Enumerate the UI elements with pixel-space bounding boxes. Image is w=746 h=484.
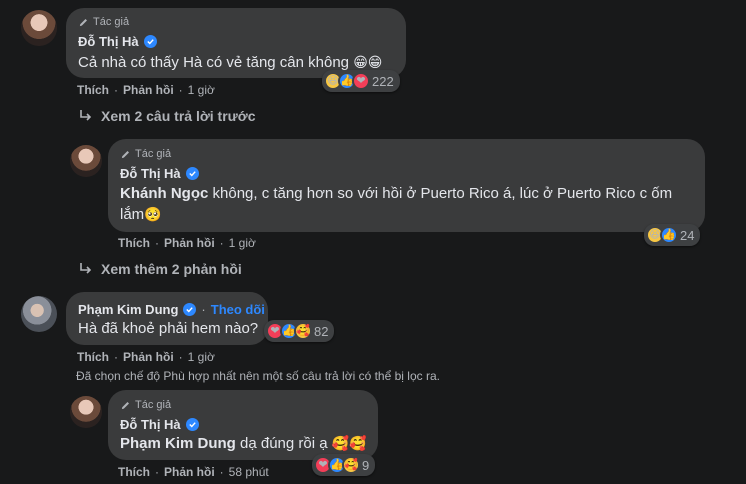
- comment-text: Phạm Kim Dung dạ đúng rồi ạ 🥰🥰: [120, 433, 367, 454]
- comment-time[interactable]: 58 phút: [229, 465, 269, 479]
- pencil-icon: [79, 18, 87, 26]
- verified-check-icon: [183, 303, 197, 316]
- separator-dot: ·: [178, 83, 183, 97]
- separator-dot: ·: [114, 350, 118, 364]
- verified-check-icon: [185, 418, 199, 431]
- verified-check-icon: [143, 35, 157, 48]
- commenter-name-text[interactable]: Phạm Kim Dung: [78, 302, 178, 317]
- comment-time[interactable]: 1 giờ: [229, 236, 256, 250]
- comment-bubble: Tác giả Đỗ Thị Hà Phạm Kim Dung dạ đúng …: [108, 390, 378, 460]
- commenter-name[interactable]: Đỗ Thị Hà: [78, 34, 157, 49]
- separator-dot: ·: [155, 465, 159, 479]
- reaction-summary[interactable]: ❤ 👍 🥰 9: [312, 454, 376, 476]
- reaction-count: 82: [314, 323, 329, 339]
- comment-text: Hà đã khoẻ phải hem nào?: [78, 319, 258, 339]
- reaction-summary[interactable]: 😆 👍 24: [644, 224, 701, 246]
- comment-text-body: dạ đúng rồi ạ: [235, 435, 328, 452]
- filter-notice: Đã chọn chế độ Phù hợp nhất nên một số c…: [76, 369, 440, 383]
- separator-dot: ·: [114, 83, 118, 97]
- care-reaction-icon: 🥰: [294, 322, 312, 340]
- commenter-name-text[interactable]: Đỗ Thị Hà: [78, 34, 139, 49]
- pleading-emoji-icon: 🥺: [144, 206, 162, 222]
- comment-actions: Thích · Phản hồi · 1 giờ: [77, 83, 215, 97]
- mention-link[interactable]: Phạm Kim Dung: [120, 435, 236, 452]
- comment-time[interactable]: 1 giờ: [188, 350, 215, 364]
- comment-text-body: Hà đã khoẻ phải hem nào?: [78, 320, 259, 337]
- avatar[interactable]: [21, 296, 57, 332]
- separator-dot: ·: [219, 465, 224, 479]
- reaction-summary[interactable]: ❤ 👍 🥰 82: [264, 320, 335, 342]
- smiling-hearts-emoji-icon: 🥰🥰: [331, 435, 367, 451]
- comment-actions: Thích · Phản hồi · 58 phút: [118, 465, 269, 479]
- mention-link[interactable]: Khánh Ngọc: [120, 185, 208, 202]
- see-more-replies-link[interactable]: Xem thêm 2 phản hồi: [79, 261, 242, 277]
- commenter-name[interactable]: Phạm Kim Dung · Theo dõi: [78, 302, 265, 317]
- reaction-count: 9: [362, 457, 370, 473]
- reply-button[interactable]: Phản hồi: [123, 350, 174, 364]
- reply-button[interactable]: Phản hồi: [123, 83, 174, 97]
- author-tag-label: Tác giả: [135, 148, 172, 160]
- comment-actions: Thích · Phản hồi · 1 giờ: [118, 236, 256, 250]
- author-tag-label: Tác giả: [135, 399, 172, 411]
- separator-dot: ·: [178, 350, 183, 364]
- see-previous-replies-link[interactable]: Xem 2 câu trả lời trước: [79, 108, 256, 124]
- like-button[interactable]: Thích: [77, 83, 109, 97]
- grin-emoji-icon: 😁😁: [353, 54, 383, 70]
- separator-dot: ·: [201, 302, 206, 317]
- like-reaction-icon: 👍: [660, 226, 678, 244]
- reply-arrow-icon: [80, 110, 92, 121]
- avatar[interactable]: [70, 396, 102, 428]
- pencil-icon: [121, 150, 129, 158]
- comment-text-body-cont: lắm: [120, 206, 145, 223]
- comment-bubble: Tác giả Đỗ Thị Hà Khánh Ngọc không, c tă…: [108, 139, 705, 232]
- avatar[interactable]: [70, 145, 102, 177]
- reply-button[interactable]: Phản hồi: [164, 236, 215, 250]
- comment-bubble: Tác giả Đỗ Thị Hà Cả nhà có thấy Hà có v…: [66, 8, 406, 78]
- follow-button[interactable]: Theo dõi: [211, 302, 265, 317]
- like-button[interactable]: Thích: [118, 236, 150, 250]
- reaction-count: 222: [372, 73, 394, 89]
- comment-bubble: Phạm Kim Dung · Theo dõi Hà đã khoẻ phải…: [66, 292, 268, 345]
- like-button[interactable]: Thích: [77, 350, 109, 364]
- comment-actions: Thích · Phản hồi · 1 giờ: [77, 350, 215, 364]
- comment-text: Khánh Ngọc không, c tăng hơn so với hồi …: [120, 184, 700, 225]
- comment-text-body: Cả nhà có thấy Hà có vẻ tăng cân không: [78, 54, 350, 71]
- author-tag: Tác giả: [120, 399, 171, 411]
- commenter-name-text[interactable]: Đỗ Thị Hà: [120, 166, 181, 181]
- love-reaction-icon: ❤: [352, 72, 370, 90]
- reaction-summary[interactable]: 😆 👍 ❤ 222: [322, 70, 400, 92]
- reaction-count: 24: [680, 227, 695, 243]
- author-tag-label: Tác giả: [93, 16, 130, 28]
- commenter-name-text[interactable]: Đỗ Thị Hà: [120, 417, 181, 432]
- comment-time[interactable]: 1 giờ: [188, 83, 215, 97]
- author-tag: Tác giả: [78, 16, 129, 28]
- care-reaction-icon: 🥰: [342, 456, 360, 474]
- reply-arrow-icon: [80, 263, 92, 274]
- see-more-label[interactable]: Xem thêm 2 phản hồi: [101, 261, 242, 277]
- commenter-name[interactable]: Đỗ Thị Hà: [120, 166, 199, 181]
- comment-text-body: không, c tăng hơn so với hồi ở Puerto Ri…: [208, 185, 673, 202]
- separator-dot: ·: [155, 236, 159, 250]
- avatar[interactable]: [21, 10, 57, 46]
- see-previous-label[interactable]: Xem 2 câu trả lời trước: [101, 108, 256, 124]
- author-tag: Tác giả: [120, 148, 171, 160]
- commenter-name[interactable]: Đỗ Thị Hà: [120, 417, 199, 432]
- separator-dot: ·: [219, 236, 224, 250]
- verified-check-icon: [185, 167, 199, 180]
- like-button[interactable]: Thích: [118, 465, 150, 479]
- reply-button[interactable]: Phản hồi: [164, 465, 215, 479]
- pencil-icon: [121, 401, 129, 409]
